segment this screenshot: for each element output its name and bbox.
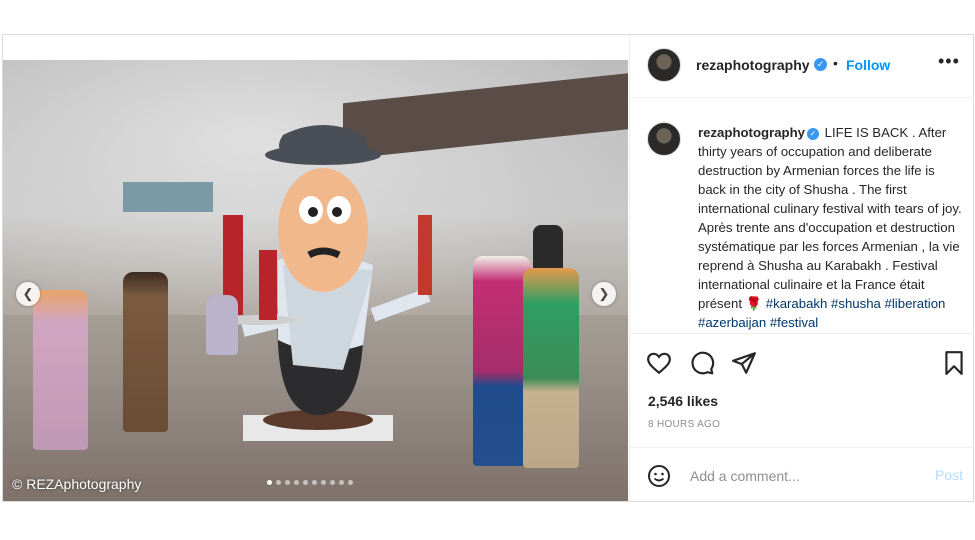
emoji-button[interactable] [647, 464, 671, 488]
comment-bar: Post [630, 447, 974, 502]
carousel-prev-button[interactable]: ❮ [16, 282, 40, 306]
photo-child-in-raincoat [33, 290, 88, 450]
like-button[interactable] [646, 350, 672, 376]
post-sidebar: rezaphotography ✓ • Follow ••• rezaphoto… [629, 35, 974, 501]
chevron-right-icon: ❯ [598, 286, 610, 301]
photo-canopy [123, 182, 213, 212]
carousel-dot [285, 480, 290, 485]
carousel-dot [276, 480, 281, 485]
caption-username[interactable]: rezaphotography [698, 125, 805, 140]
verified-badge-icon: ✓ [814, 58, 827, 71]
carousel-dot [330, 480, 335, 485]
chevron-left-icon: ❮ [22, 286, 34, 301]
share-button[interactable] [731, 350, 757, 376]
caption-avatar[interactable] [647, 122, 681, 156]
photo-child-sitting [206, 295, 238, 355]
header-username[interactable]: rezaphotography [696, 57, 810, 73]
post-media-carousel[interactable]: © REZAphotography ❮ ❯ [3, 60, 628, 501]
paper-plane-icon [732, 352, 756, 374]
photo-chef-mascot-statue [223, 125, 432, 441]
carousel-dot [339, 480, 344, 485]
carousel-dots [267, 480, 353, 485]
follow-button[interactable]: Follow [846, 57, 890, 73]
save-button[interactable] [941, 350, 967, 376]
post-header: rezaphotography ✓ • Follow ••• [630, 35, 974, 98]
caption-text-block: rezaphotography ✓ LIFE IS BACK . After th… [698, 123, 966, 332]
comment-input[interactable] [688, 462, 912, 490]
photo-copyright-watermark: © REZAphotography [12, 476, 142, 492]
carousel-dot [348, 480, 353, 485]
rose-emoji: 🌹 [745, 296, 763, 311]
carousel-dot [312, 480, 317, 485]
post-timestamp[interactable]: 8 HOURS AGO [648, 419, 720, 430]
post-actions [630, 333, 974, 376]
more-options-icon[interactable]: ••• [938, 51, 960, 72]
comment-icon [691, 351, 715, 375]
comment-button[interactable] [689, 350, 715, 376]
heart-icon [647, 352, 671, 375]
header-separator: • [833, 55, 838, 71]
carousel-dot [303, 480, 308, 485]
carousel-dot [294, 480, 299, 485]
likes-count[interactable]: 2,546 likes [648, 393, 718, 409]
caption-body: LIFE IS BACK . After thirty years of occ… [698, 125, 962, 311]
carousel-dot [321, 480, 326, 485]
carousel-dot [267, 480, 272, 485]
post-caption: rezaphotography ✓ LIFE IS BACK . After th… [630, 98, 974, 333]
smiley-icon [648, 465, 670, 487]
verified-badge-icon: ✓ [806, 128, 819, 140]
instagram-post: © REZAphotography ❮ ❯ rezaphotography ✓ … [2, 34, 974, 502]
bookmark-icon [945, 351, 963, 375]
post-comment-button[interactable]: Post [935, 467, 963, 483]
photo-child-green-robe [523, 268, 579, 468]
avatar[interactable] [647, 48, 681, 82]
carousel-next-button[interactable]: ❯ [592, 282, 616, 306]
photo-child-traditional-dress [123, 272, 168, 432]
